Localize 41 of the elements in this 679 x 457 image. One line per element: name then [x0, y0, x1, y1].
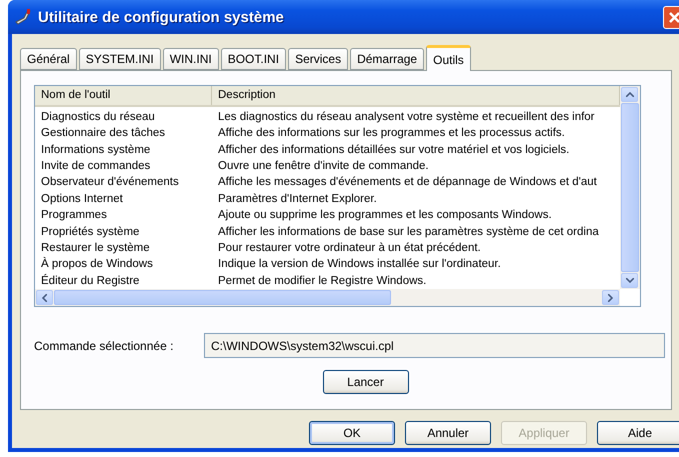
tool-name[interactable]: Propriétés système	[35, 226, 212, 238]
tool-description[interactable]: Affiche des informations sur les programmes et les processus actifs.	[212, 127, 620, 140]
tab[interactable]: Outils	[426, 45, 471, 71]
wrench-icon	[14, 8, 32, 26]
command-label: Commande sélectionnée :	[34, 338, 174, 352]
tool-description[interactable]: Affiche les messages d'événements et de dépannage de Windows et d'aut	[212, 176, 620, 188]
tool-name[interactable]: Informations système	[35, 144, 212, 156]
tool-description[interactable]: Paramètres d'Internet Explorer.	[212, 192, 620, 205]
tool-description[interactable]: Indique la version de Windows installée sur l'ordinateur.	[212, 258, 620, 270]
tool-description[interactable]: Pour restaurer votre ordinateur à un état précédent.	[212, 242, 620, 254]
dialog-button[interactable]: OK	[309, 421, 395, 445]
tool-name[interactable]: Diagnostics du réseau	[35, 110, 212, 123]
horizontal-scrollbar[interactable]	[35, 289, 620, 306]
tool-name[interactable]: Options Internet	[35, 192, 212, 205]
tool-name[interactable]: Restaurer le système	[35, 242, 212, 254]
tab[interactable]: Services	[288, 48, 348, 70]
tab[interactable]: SYSTEM.INI	[78, 48, 161, 70]
tool-name[interactable]: Éditeur du Registre	[35, 274, 212, 287]
column-header[interactable]: Nom de l'outil	[35, 86, 212, 105]
window-title: Utilitaire de configuration système	[38, 8, 285, 26]
tab[interactable]: Démarrage	[350, 48, 424, 70]
tool-description[interactable]: Afficher les informations de base sur les paramètres système de cet ordina	[212, 226, 620, 238]
tool-name[interactable]: Invite de commandes	[35, 160, 212, 172]
close-icon[interactable]	[668, 10, 679, 24]
tool-name[interactable]: À propos de Windows	[35, 258, 212, 270]
command-field[interactable]: C:\WINDOWS\system32\wscui.cpl	[204, 333, 665, 358]
tool-description[interactable]: Permet de modifier le Registre Windows.	[212, 274, 620, 287]
vertical-scrollbar[interactable]	[620, 86, 640, 289]
tab[interactable]: Général	[20, 48, 77, 70]
dialog-button[interactable]: Annuler	[405, 421, 491, 445]
tool-description[interactable]: Afficher des informations détaillées sur votre matériel et vos logiciels.	[212, 144, 620, 156]
tool-name[interactable]: Programmes	[35, 209, 212, 222]
tool-name[interactable]: Observateur d'événements	[35, 176, 212, 188]
tool-description[interactable]: Ouvre une fenêtre d'invite de commande.	[212, 160, 620, 172]
tool-description[interactable]: Les diagnostics du réseau analysent votre système et recueillent des infor	[212, 110, 620, 123]
tool-description[interactable]: Ajoute ou supprime les programmes et les composants Windows.	[212, 209, 620, 222]
tool-name[interactable]: Gestionnaire des tâches	[35, 127, 212, 140]
tab[interactable]: BOOT.INI	[220, 48, 286, 70]
dialog-button[interactable]: Aide	[597, 421, 679, 445]
launch-button[interactable]: Lancer	[322, 370, 408, 394]
tab[interactable]: WIN.INI	[162, 48, 219, 70]
